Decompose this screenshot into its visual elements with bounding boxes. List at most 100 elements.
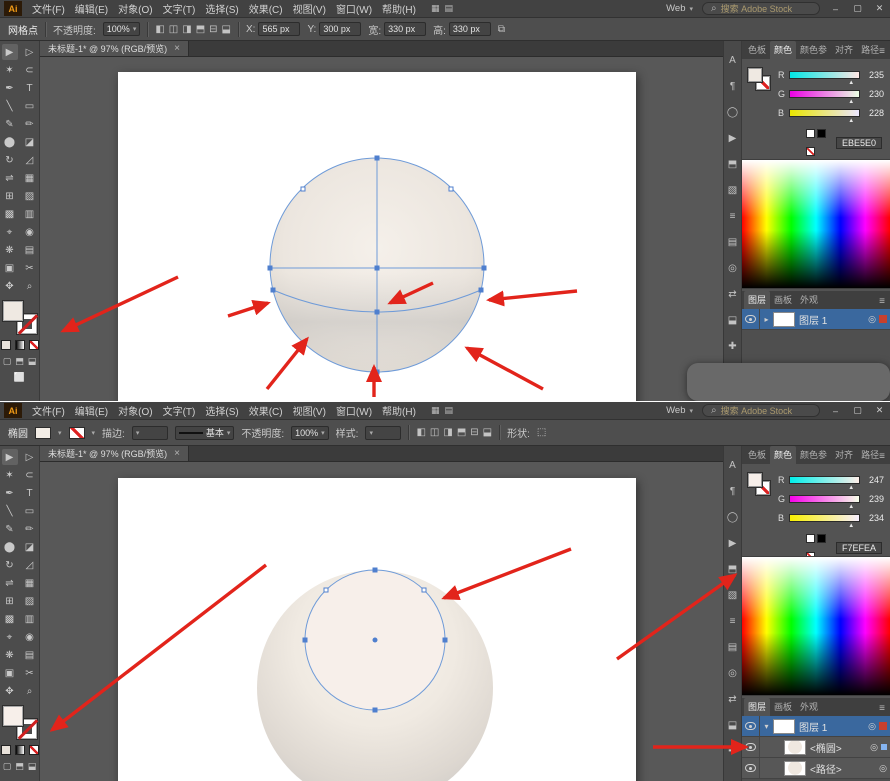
- align-middle-icon[interactable]: ⊟: [209, 24, 217, 35]
- transform-panel-icon[interactable]: ⇄: [728, 289, 736, 303]
- draw-inside-icon[interactable]: ⬓: [28, 356, 37, 367]
- workspace-switcher[interactable]: Web▾: [666, 3, 693, 14]
- visibility-eye-icon[interactable]: [742, 737, 760, 757]
- color-mode-button[interactable]: [1, 745, 11, 755]
- menu-item[interactable]: 文件(F): [27, 403, 70, 418]
- shape-builder-tool[interactable]: ⊞: [2, 188, 18, 204]
- layer-target-icon[interactable]: ◎: [867, 742, 881, 753]
- panel-tab[interactable]: 画板: [770, 698, 796, 716]
- color-spectrum[interactable]: [742, 556, 890, 696]
- layer-target-icon[interactable]: ◎: [865, 721, 879, 732]
- slider-thumb-icon[interactable]: ▲: [848, 485, 854, 491]
- blue-slider[interactable]: ▲: [789, 514, 860, 522]
- align-center-icon[interactable]: ◫: [169, 24, 178, 35]
- align-panel-icon[interactable]: ✚: [728, 746, 736, 760]
- stock-search-input[interactable]: ⌕搜索 Adobe Stock: [702, 404, 820, 417]
- artboard-tool[interactable]: ▣: [2, 665, 18, 681]
- gradient-panel-icon[interactable]: ⬒: [728, 564, 737, 578]
- rectangle-tool[interactable]: ▭: [22, 98, 38, 114]
- line-segment-tool[interactable]: ╲: [2, 98, 18, 114]
- type-tool[interactable]: T: [22, 485, 38, 501]
- expand-arrow-icon[interactable]: ▾: [760, 722, 773, 731]
- pathfinder-panel-icon[interactable]: ⬓: [728, 315, 737, 329]
- eraser-tool[interactable]: ◪: [22, 134, 38, 150]
- menu-item[interactable]: 效果(C): [244, 403, 288, 418]
- paragraph-panel-icon[interactable]: ¶: [730, 486, 735, 500]
- blob-brush-tool[interactable]: ⬤: [2, 539, 18, 555]
- line-segment-tool[interactable]: ╲: [2, 503, 18, 519]
- fill-proxy[interactable]: [748, 473, 762, 487]
- slider-thumb-icon[interactable]: ▲: [848, 504, 854, 510]
- pen-tool[interactable]: ✒: [2, 80, 18, 96]
- align-panel-icon[interactable]: ✚: [728, 341, 736, 355]
- stroke-color-dropdown[interactable]: [69, 427, 85, 439]
- mesh-tool[interactable]: ▩: [2, 206, 18, 222]
- zoom-tool[interactable]: ⌕: [22, 683, 38, 699]
- transform-field[interactable]: 300 px: [319, 22, 361, 36]
- visibility-eye-icon[interactable]: [742, 758, 760, 778]
- canvas[interactable]: [40, 462, 723, 781]
- symbol-sprayer-tool[interactable]: ❋: [2, 647, 18, 663]
- transparency-panel-icon[interactable]: ▧: [728, 590, 737, 604]
- red-slider[interactable]: ▲: [789, 476, 860, 484]
- selection-tool[interactable]: ▶: [2, 44, 18, 60]
- close-tab-icon[interactable]: ×: [174, 448, 180, 459]
- pencil-tool[interactable]: ✏: [22, 521, 38, 537]
- opacity-field[interactable]: 100%▾: [291, 426, 329, 440]
- hex-value[interactable]: F7EFEA: [836, 542, 882, 554]
- layer-target-icon[interactable]: ◎: [876, 763, 890, 774]
- appearance-panel-icon[interactable]: ≡: [730, 616, 736, 630]
- screen-mode-icon[interactable]: ⬜: [14, 372, 25, 382]
- document-tab[interactable]: 未标题-1* @ 97% (RGB/预览) ×: [40, 41, 189, 56]
- draw-behind-icon[interactable]: ⬒: [15, 356, 24, 367]
- transform-field[interactable]: 330 px: [384, 22, 426, 36]
- stroke-panel-icon[interactable]: ◯: [727, 107, 738, 121]
- column-graph-tool[interactable]: ▤: [22, 647, 38, 663]
- scale-tool[interactable]: ◿: [22, 152, 38, 168]
- opacity-field[interactable]: 100%▾: [103, 22, 141, 36]
- close-button[interactable]: ✕: [873, 405, 886, 416]
- panel-tab[interactable]: 颜色参: [796, 446, 831, 464]
- panel-tab[interactable]: 色板: [744, 446, 770, 464]
- color-spectrum[interactable]: [742, 159, 890, 289]
- align-top-icon[interactable]: ⬒: [457, 427, 466, 438]
- character-panel-icon[interactable]: A: [729, 55, 736, 69]
- menu-item[interactable]: 编辑(E): [70, 403, 113, 418]
- canvas[interactable]: [40, 57, 723, 401]
- panel-tab[interactable]: 路径查: [857, 446, 879, 464]
- panel-tab[interactable]: 外观: [796, 698, 822, 716]
- fill-color-dropdown[interactable]: [35, 427, 51, 439]
- draw-inside-icon[interactable]: ⬓: [28, 761, 37, 772]
- mesh-tool[interactable]: ▩: [2, 611, 18, 627]
- eyedropper-tool[interactable]: ⌖: [2, 629, 18, 645]
- align-top-icon[interactable]: ⬒: [196, 24, 205, 35]
- perspective-grid-tool[interactable]: ▨: [22, 188, 38, 204]
- green-slider[interactable]: ▲: [789, 90, 860, 98]
- magic-wand-tool[interactable]: ✶: [2, 62, 18, 78]
- slider-thumb-icon[interactable]: ▲: [848, 99, 854, 105]
- paragraph-panel-icon[interactable]: ¶: [730, 81, 735, 95]
- align-middle-icon[interactable]: ⊟: [470, 427, 478, 438]
- magic-wand-tool[interactable]: ✶: [2, 467, 18, 483]
- shape-properties-icon[interactable]: ⬚: [537, 427, 546, 438]
- menu-item[interactable]: 对象(O): [113, 403, 157, 418]
- slider-thumb-icon[interactable]: ▲: [848, 523, 854, 529]
- eraser-tool[interactable]: ◪: [22, 539, 38, 555]
- align-right-icon[interactable]: ◨: [443, 427, 452, 438]
- red-value[interactable]: 235: [864, 70, 884, 80]
- rectangle-tool[interactable]: ▭: [22, 503, 38, 519]
- stroke-weight-field[interactable]: ▾: [132, 426, 168, 440]
- menu-item[interactable]: 效果(C): [244, 1, 288, 16]
- menu-item[interactable]: 对象(O): [113, 1, 157, 16]
- symbols-panel-icon[interactable]: ◎: [728, 668, 737, 682]
- width-tool[interactable]: ⇌: [2, 170, 18, 186]
- symbol-sprayer-tool[interactable]: ❋: [2, 242, 18, 258]
- fill-swatch[interactable]: [3, 301, 23, 321]
- align-right-icon[interactable]: ◨: [182, 24, 191, 35]
- pencil-tool[interactable]: ✏: [22, 116, 38, 132]
- layer-thumbnail[interactable]: [784, 761, 806, 776]
- width-tool[interactable]: ⇌: [2, 575, 18, 591]
- panel-tab[interactable]: 颜色: [770, 446, 796, 464]
- menu-item[interactable]: 文件(F): [27, 1, 70, 16]
- type-tool[interactable]: T: [22, 80, 38, 96]
